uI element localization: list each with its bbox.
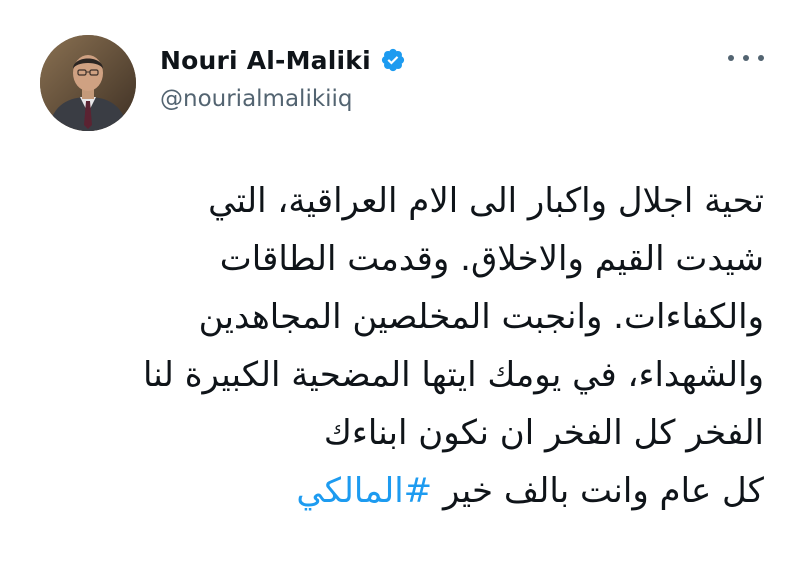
- name-row: Nouri Al-Maliki: [160, 40, 406, 80]
- verified-badge-icon: [380, 47, 406, 73]
- tweet-text: تحية اجلال واكبار الى الام العراقية، الت…: [40, 172, 764, 520]
- tweet-card: Nouri Al-Maliki @nourialmalikiiq تحية اج…: [0, 0, 800, 581]
- hashtag-link[interactable]: #المالكي: [296, 471, 432, 511]
- tweet-line: تحية اجلال واكبار الى الام العراقية، الت…: [208, 181, 764, 221]
- user-handle[interactable]: @nourialmalikiiq: [160, 86, 406, 112]
- display-name[interactable]: Nouri Al-Maliki: [160, 46, 371, 75]
- tweet-line: والكفاءات. وانجبت المخلصين المجاهدين: [198, 297, 764, 337]
- more-options-icon[interactable]: [728, 48, 764, 68]
- tweet-last-line: كل عام وانت بالف خير #المالكي: [40, 462, 764, 520]
- tweet-line: والشهداء، في يومك ايتها المضحية الكبيرة …: [142, 355, 764, 395]
- tweet-author: Nouri Al-Maliki @nourialmalikiiq: [160, 40, 406, 112]
- tweet-line: شيدت القيم والاخلاق. وقدمت الطاقات: [219, 239, 764, 279]
- tweet-line: الفخر كل الفخر ان نكون ابناءك: [323, 413, 764, 453]
- avatar[interactable]: [40, 35, 136, 131]
- avatar-image: [40, 35, 136, 131]
- tweet-line: كل عام وانت بالف خير: [443, 471, 764, 511]
